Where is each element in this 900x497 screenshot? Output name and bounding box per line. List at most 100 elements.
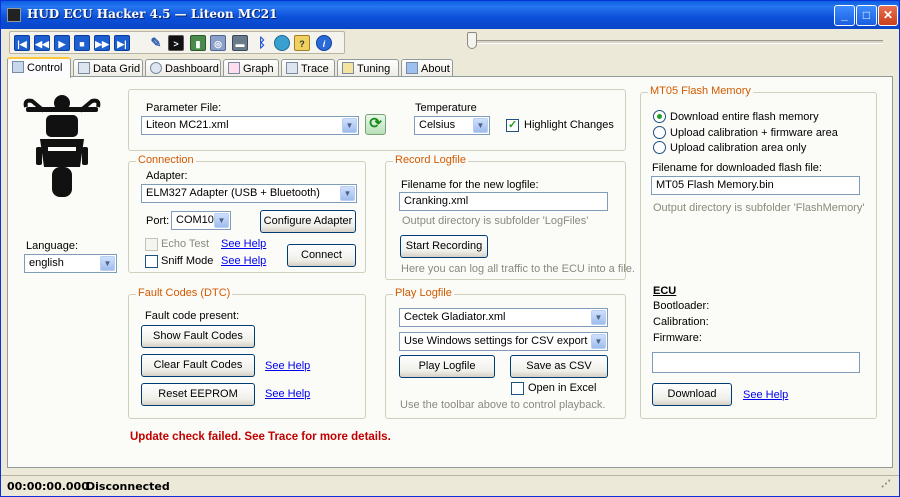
bootloader-label: Bootloader: xyxy=(653,300,710,312)
refresh-icon[interactable]: ⟳ xyxy=(365,114,386,135)
parameter-file-label: Parameter File: xyxy=(146,102,222,114)
window-title: HUD ECU Hacker 4.5 — Liteon MC21 xyxy=(27,7,278,21)
upload-cal-only-label: Upload calibration area only xyxy=(670,142,807,154)
chevron-down-icon: ▼ xyxy=(473,118,488,133)
highlight-changes-checkbox[interactable] xyxy=(506,118,519,132)
language-label: Language: xyxy=(26,240,78,252)
show-fault-codes-button[interactable]: Show Fault Codes xyxy=(141,325,255,348)
playback-slider-thumb[interactable] xyxy=(467,32,477,49)
connection-title: Connection xyxy=(136,154,196,166)
last-icon[interactable]: ▶| xyxy=(114,35,130,51)
flash-filename-label: Filename for downloaded flash file: xyxy=(652,162,822,174)
language-select[interactable]: english ▼ xyxy=(24,254,117,273)
control-icon xyxy=(12,61,24,73)
sniff-mode-checkbox[interactable] xyxy=(145,255,158,268)
download-button[interactable]: Download xyxy=(652,383,732,406)
about-icon xyxy=(406,62,418,74)
download-flash-radio[interactable] xyxy=(653,110,666,123)
playback-slider-track[interactable] xyxy=(471,40,883,44)
bluetooth-icon[interactable]: ᛒ xyxy=(254,35,270,51)
tab-trace[interactable]: Trace xyxy=(281,59,335,77)
parameter-file-select[interactable]: Liteon MC21.xml ▼ xyxy=(141,116,359,135)
info-icon[interactable]: i xyxy=(316,35,332,51)
app-icon xyxy=(7,8,21,22)
play-icon[interactable]: ▶ xyxy=(54,35,70,51)
fault-codes-title: Fault Codes (DTC) xyxy=(136,287,233,299)
control-panel: Language: english ▼ Parameter File: Liteo… xyxy=(7,76,893,468)
minimize-button[interactable]: _ xyxy=(834,5,855,26)
adapter-icon[interactable]: ▬ xyxy=(232,35,248,51)
open-in-excel-label: Open in Excel xyxy=(528,382,597,394)
ecu-output-field[interactable] xyxy=(652,352,860,373)
prev-icon[interactable]: ◀◀ xyxy=(34,35,50,51)
play-file-select[interactable]: Cectek Gladiator.xml ▼ xyxy=(399,308,608,327)
motorcycle-icon xyxy=(23,95,101,197)
next-icon[interactable]: ▶▶ xyxy=(94,35,110,51)
status-bar: 00:00:00.000 Disconnected ⋰ xyxy=(1,475,899,496)
tab-control[interactable]: Control xyxy=(7,57,71,78)
tab-graph[interactable]: Graph xyxy=(223,59,279,77)
flash-memory-title: MT05 Flash Memory xyxy=(648,85,753,97)
tab-label: Tuning xyxy=(357,63,391,75)
save-as-csv-button[interactable]: Save as CSV xyxy=(510,355,608,378)
highlight-changes-label: Highlight Changes xyxy=(524,119,614,131)
tab-data-grid[interactable]: Data Grid xyxy=(73,59,143,77)
tab-about[interactable]: About xyxy=(401,59,453,77)
tab-dashboard[interactable]: Dashboard xyxy=(145,59,221,77)
echo-see-help-link[interactable]: See Help xyxy=(221,238,266,250)
update-error-message: Update check failed. See Trace for more … xyxy=(130,431,391,443)
stop-icon[interactable]: ■ xyxy=(74,35,90,51)
resize-grip-icon[interactable]: ⋰ xyxy=(881,479,891,490)
upload-cal-only-radio[interactable] xyxy=(653,141,666,154)
tuning-icon xyxy=(342,62,354,74)
echo-test-label: Echo Test xyxy=(161,238,210,250)
reset-eeprom-button[interactable]: Reset EEPROM xyxy=(141,383,255,406)
data-icon[interactable]: ▮ xyxy=(190,35,206,51)
play-logfile-button[interactable]: Play Logfile xyxy=(399,355,495,378)
logfile-name-input[interactable]: Cranking.xml xyxy=(399,192,608,211)
terminal-icon[interactable]: > xyxy=(168,35,184,51)
port-select[interactable]: COM10 ▼ xyxy=(171,211,231,230)
elapsed-time: 00:00:00.000 xyxy=(7,480,89,493)
close-button[interactable]: ✕ xyxy=(878,5,898,26)
port-value: COM10 xyxy=(176,214,214,226)
title-bar[interactable]: HUD ECU Hacker 4.5 — Liteon MC21 _ □ ✕ xyxy=(1,1,899,29)
connect-button[interactable]: Connect xyxy=(287,244,356,267)
chevron-down-icon: ▼ xyxy=(340,186,355,201)
help-icon[interactable]: ? xyxy=(294,35,310,51)
tab-tuning[interactable]: Tuning xyxy=(337,59,399,77)
wrench-icon[interactable]: ✎ xyxy=(148,35,164,51)
graph-icon xyxy=(228,62,240,74)
open-in-excel-checkbox[interactable] xyxy=(511,382,524,395)
tab-label: Data Grid xyxy=(93,63,141,75)
parameter-file-value: Liteon MC21.xml xyxy=(146,119,229,131)
language-value: english xyxy=(29,257,64,269)
maximize-button[interactable]: □ xyxy=(856,5,877,26)
chevron-down-icon: ▼ xyxy=(100,256,115,271)
clear-fault-codes-button[interactable]: Clear Fault Codes xyxy=(141,354,255,377)
globe-icon[interactable] xyxy=(274,35,290,51)
playback-hint: Use the toolbar above to control playbac… xyxy=(400,399,606,411)
tab-label: Graph xyxy=(243,63,274,75)
calibration-label: Calibration: xyxy=(653,316,709,328)
database-icon[interactable]: ◎ xyxy=(210,35,226,51)
temperature-select[interactable]: Celsius ▼ xyxy=(414,116,490,135)
csv-settings-select[interactable]: Use Windows settings for CSV export ▼ xyxy=(399,332,608,351)
play-logfile-title: Play Logfile xyxy=(393,287,454,299)
first-icon[interactable]: |◀ xyxy=(14,35,30,51)
logfile-outdir-hint: Output directory is subfolder 'LogFiles' xyxy=(402,215,589,227)
ecu-see-help-link[interactable]: See Help xyxy=(743,389,788,401)
sniff-see-help-link[interactable]: See Help xyxy=(221,255,266,267)
upload-cal-firmware-radio[interactable] xyxy=(653,126,666,139)
echo-test-checkbox[interactable] xyxy=(145,238,158,251)
clear-see-help-link[interactable]: See Help xyxy=(265,360,310,372)
flash-filename-input[interactable]: MT05 Flash Memory.bin xyxy=(651,176,860,195)
temperature-value: Celsius xyxy=(419,119,456,131)
configure-adapter-button[interactable]: Configure Adapter xyxy=(260,210,356,233)
port-label: Port: xyxy=(146,215,170,227)
adapter-select[interactable]: ELM327 Adapter (USB + Bluetooth) ▼ xyxy=(141,184,357,203)
adapter-label: Adapter: xyxy=(146,170,188,182)
start-recording-button[interactable]: Start Recording xyxy=(400,235,488,258)
reset-see-help-link[interactable]: See Help xyxy=(265,388,310,400)
dashboard-icon xyxy=(150,62,162,74)
